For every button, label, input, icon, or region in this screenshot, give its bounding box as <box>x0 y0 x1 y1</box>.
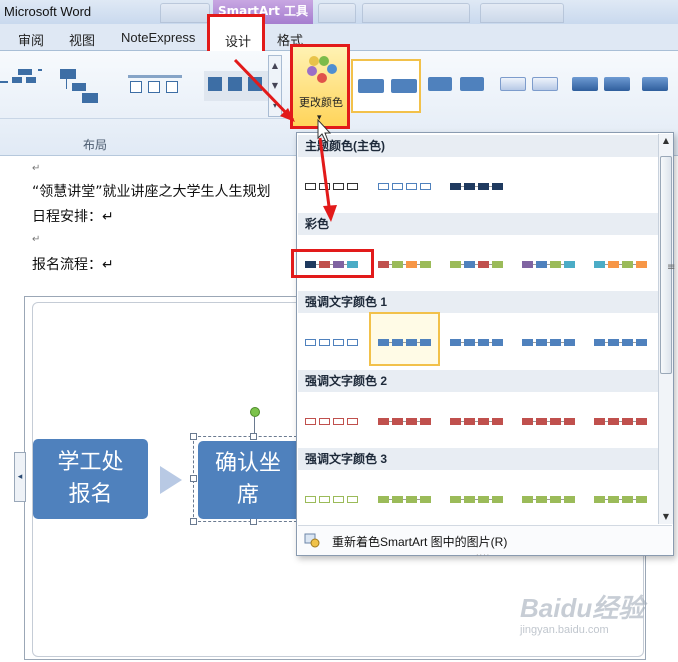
grip-icon: ≡ <box>667 262 676 273</box>
section-header: 强调文字颜色 1 <box>298 291 658 313</box>
section-header: 强调文字颜色 3 <box>298 448 658 470</box>
more-icon[interactable]: ▾ <box>269 96 281 116</box>
resize-handle[interactable] <box>250 433 257 440</box>
color-swatch[interactable] <box>594 336 652 350</box>
style-thumbnail[interactable] <box>640 73 678 97</box>
resize-grip-icon[interactable]: ···· <box>476 551 490 560</box>
dropdown-scrollbar[interactable]: ▲ ≡ ▼ <box>658 134 676 524</box>
color-swatch[interactable] <box>450 336 508 350</box>
change-color-label: 更改颜色 <box>299 96 343 109</box>
layout-thumbnail[interactable] <box>58 69 108 107</box>
scroll-up-icon[interactable]: ▲ <box>269 56 281 76</box>
scroll-down-icon[interactable]: ▼ <box>660 510 672 524</box>
resize-handle[interactable] <box>190 475 197 482</box>
layout-thumbnail[interactable] <box>204 71 268 101</box>
style-thumbnail[interactable] <box>426 73 490 97</box>
ribbon-divider <box>0 118 292 119</box>
color-swatch[interactable] <box>594 258 652 272</box>
color-swatch[interactable] <box>594 415 652 429</box>
paragraph-mark: ↵ <box>32 234 41 245</box>
recolor-pictures-label: 重新着色SmartArt 图中的图片(R) <box>332 535 508 549</box>
tab-noteexpress[interactable]: NoteExpress <box>121 30 195 45</box>
tab-design[interactable]: 设计 <box>225 31 251 50</box>
scroll-thumb[interactable]: ≡ <box>660 156 676 374</box>
style-thumbnail[interactable] <box>570 73 634 97</box>
color-palette-icon <box>307 56 337 86</box>
baidu-watermark: Baidu经验 jingyan.baidu.com <box>520 588 670 648</box>
color-swatch[interactable] <box>522 493 580 507</box>
change-color-button[interactable]: 更改颜色 ▾ <box>290 44 350 129</box>
style-thumbnail-selected[interactable] <box>351 59 421 113</box>
color-swatch[interactable] <box>450 258 508 272</box>
tab-review[interactable]: 审阅 <box>18 30 44 49</box>
scroll-up-icon[interactable]: ▲ <box>660 134 672 148</box>
recolor-pictures-option[interactable]: 重新着色SmartArt 图中的图片(R) ···· <box>298 525 672 560</box>
paragraph-mark: ↵ <box>32 163 41 174</box>
color-swatch[interactable] <box>378 258 436 272</box>
color-swatch[interactable] <box>450 415 508 429</box>
smartart-shape[interactable]: 确认坐席 <box>198 441 298 519</box>
style-thumbnail[interactable] <box>498 73 562 97</box>
section-header: 彩色 <box>298 213 658 235</box>
resize-handle[interactable] <box>250 518 257 525</box>
color-swatch[interactable] <box>305 258 363 272</box>
document-line[interactable]: 日程安排：↵ <box>32 206 114 226</box>
smartart-shape[interactable]: 学工处报名 <box>33 439 148 519</box>
color-swatch[interactable] <box>378 493 436 507</box>
section-header: 强调文字颜色 2 <box>298 370 658 392</box>
color-swatch[interactable] <box>378 336 436 350</box>
background-window-tab[interactable] <box>318 3 356 23</box>
color-swatch[interactable] <box>450 493 508 507</box>
color-swatch[interactable] <box>522 258 580 272</box>
resize-handle[interactable] <box>190 518 197 525</box>
recolor-pictures-icon <box>304 533 320 548</box>
background-window-tab[interactable] <box>362 3 470 23</box>
layout-gallery-scroll[interactable]: ▲ ▼ ▾ <box>268 55 282 117</box>
smartart-arrow <box>160 466 182 494</box>
document-line[interactable]: “领慧讲堂”就业讲座之大学生人生规划 <box>32 181 271 201</box>
smartart-text-pane-toggle[interactable]: ◂ <box>14 452 26 502</box>
layout-thumbnail[interactable] <box>128 75 184 99</box>
layout-thumbnail[interactable] <box>0 69 46 99</box>
scroll-down-icon[interactable]: ▼ <box>269 76 281 96</box>
background-window-tab[interactable] <box>160 3 210 23</box>
color-swatch[interactable] <box>305 336 363 350</box>
color-swatch[interactable] <box>305 493 363 507</box>
background-window-tab[interactable] <box>480 3 564 23</box>
rotate-handle[interactable] <box>250 407 260 417</box>
tab-view[interactable]: 视图 <box>69 30 95 49</box>
watermark-logo: Baidu经验 <box>520 593 645 623</box>
color-swatch[interactable] <box>594 493 652 507</box>
chevron-down-icon: ▾ <box>317 113 322 123</box>
color-swatch[interactable] <box>450 180 508 194</box>
color-swatch[interactable] <box>305 415 363 429</box>
title-bar: Microsoft Word SmartArt 工具 <box>0 0 678 24</box>
color-swatch[interactable] <box>378 180 436 194</box>
resize-handle[interactable] <box>190 433 197 440</box>
layout-group-label: 布局 <box>83 138 108 152</box>
app-title: Microsoft Word <box>4 4 92 19</box>
color-swatch[interactable] <box>522 336 580 350</box>
section-header: 主题颜色(主色) <box>298 135 658 157</box>
watermark-url: jingyan.baidu.com <box>520 624 609 636</box>
document-line[interactable]: 报名流程：↵ <box>32 254 114 274</box>
color-swatch[interactable] <box>305 180 363 194</box>
color-swatch[interactable] <box>522 415 580 429</box>
color-swatch[interactable] <box>378 415 436 429</box>
